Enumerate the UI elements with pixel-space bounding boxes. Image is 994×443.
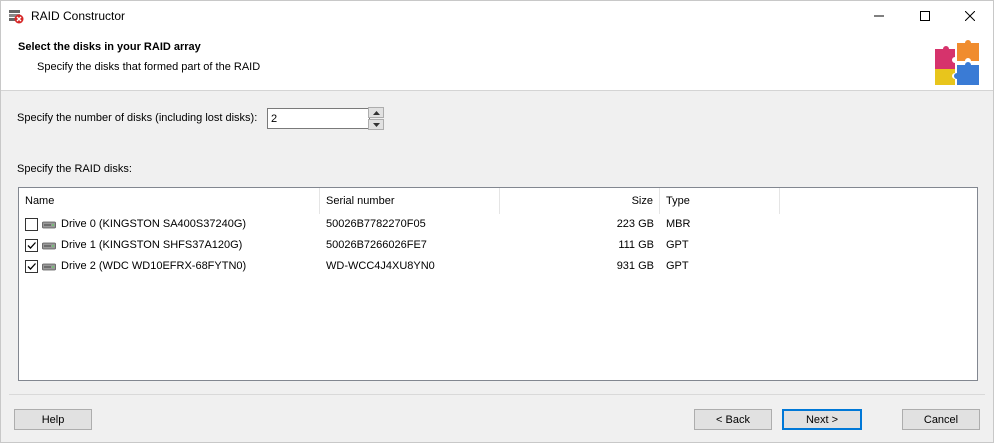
disk-count-input[interactable] xyxy=(267,108,370,129)
minimize-icon xyxy=(874,15,884,17)
raid-app-icon xyxy=(9,10,24,24)
disk-serial: 50026B7266026FE7 xyxy=(326,239,427,251)
disk-list-header: Name Serial number Size Type xyxy=(19,188,977,214)
check-icon xyxy=(27,242,36,249)
window-title: RAID Constructor xyxy=(31,9,126,23)
drive-icon xyxy=(42,221,56,229)
disk-size: 111 GB xyxy=(618,239,654,251)
disk-name: Drive 0 (KINGSTON SA400S37240G) xyxy=(61,218,247,230)
disk-row[interactable]: Drive 0 (KINGSTON SA400S37240G) 50026B778… xyxy=(19,214,977,235)
column-type[interactable]: Type xyxy=(660,188,780,214)
disk-type: MBR xyxy=(666,218,691,230)
disk-row[interactable]: Drive 1 (KINGSTON SHFS37A120G) 50026B7266… xyxy=(19,235,977,256)
title-bar: RAID Constructor xyxy=(1,1,993,31)
disk-checkbox[interactable] xyxy=(25,260,38,273)
cancel-button[interactable]: Cancel xyxy=(902,409,980,430)
disk-list[interactable]: Name Serial number Size Type Drive 0 (KI… xyxy=(18,187,978,381)
column-name[interactable]: Name xyxy=(19,188,320,214)
raid-disks-label: Specify the RAID disks: xyxy=(17,163,132,175)
disk-checkbox[interactable] xyxy=(25,239,38,252)
disk-type: GPT xyxy=(666,239,689,251)
footer-separator xyxy=(9,394,985,395)
chevron-down-icon xyxy=(372,122,380,127)
disk-size: 223 GB xyxy=(616,218,654,230)
raid-constructor-window: RAID Constructor Select the disks in you… xyxy=(0,0,994,443)
disk-name: Drive 1 (KINGSTON SHFS37A120G) xyxy=(61,239,243,251)
column-size[interactable]: Size xyxy=(500,188,660,214)
disk-type: GPT xyxy=(666,260,689,272)
spin-up-button[interactable] xyxy=(368,107,384,118)
page-title: Select the disks in your RAID array xyxy=(18,41,201,53)
disk-name: Drive 2 (WDC WD10EFRX-68FYTN0) xyxy=(61,260,247,272)
spin-down-button[interactable] xyxy=(368,119,384,130)
column-serial[interactable]: Serial number xyxy=(320,188,500,214)
chevron-up-icon xyxy=(372,110,380,115)
disk-serial: WD-WCC4J4XU8YN0 xyxy=(326,260,435,272)
back-button[interactable]: < Back xyxy=(694,409,772,430)
close-icon xyxy=(965,11,975,21)
maximize-button[interactable] xyxy=(902,1,948,31)
maximize-icon xyxy=(920,11,930,21)
disk-serial: 50026B7782270F05 xyxy=(326,218,426,230)
drive-icon xyxy=(42,242,56,250)
close-button[interactable] xyxy=(947,1,993,31)
disk-row[interactable]: Drive 2 (WDC WD10EFRX-68FYTN0) WD-WCC4J4X… xyxy=(19,256,977,277)
check-icon xyxy=(27,263,36,270)
drive-icon xyxy=(42,263,56,271)
disk-checkbox[interactable] xyxy=(25,218,38,231)
minimize-button[interactable] xyxy=(856,1,902,31)
disk-count-label: Specify the number of disks (including l… xyxy=(17,112,258,124)
page-subtitle: Specify the disks that formed part of th… xyxy=(37,61,261,73)
disk-count-spinner xyxy=(368,107,384,130)
next-button[interactable]: Next > xyxy=(782,409,862,430)
disk-size: 931 GB xyxy=(616,260,654,272)
puzzle-icon xyxy=(935,40,979,85)
wizard-header: Select the disks in your RAID array Spec… xyxy=(1,31,993,91)
help-button[interactable]: Help xyxy=(14,409,92,430)
